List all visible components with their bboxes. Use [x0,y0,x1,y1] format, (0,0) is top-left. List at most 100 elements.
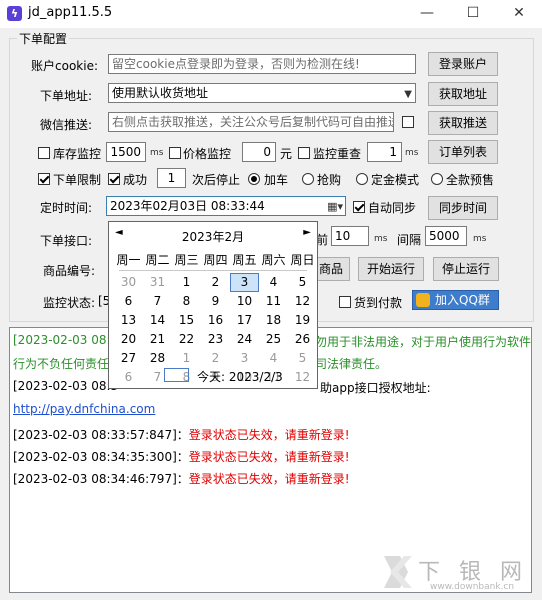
interval-input[interactable]: 5000 [425,226,467,246]
calendar-day[interactable]: 3 [230,273,259,292]
calendar-day[interactable]: 5 [288,349,317,368]
maximize-button[interactable]: ☐ [450,0,496,28]
calendar-day[interactable]: 4 [259,273,288,292]
stock-interval-input[interactable]: 1500 [106,142,146,162]
stop-after-label: 次后停止 [192,173,241,187]
calendar-day[interactable]: 31 [143,273,172,292]
calendar-day[interactable]: 11 [259,292,288,311]
order-list-button[interactable]: 订单列表 [428,140,498,164]
calendar-day[interactable]: 9 [201,292,230,311]
radio-deposit-label: 定金模式 [371,173,420,187]
retry-input[interactable]: 1 [367,142,402,162]
calendar-day[interactable]: 2 [201,349,230,368]
calendar-day[interactable]: 17 [230,311,259,330]
calendar-next-icon[interactable]: ► [303,227,311,238]
calendar-day[interactable]: 12 [288,368,317,387]
product-id-label: 商品编号: [43,264,96,278]
wechat-push-checkbox[interactable] [402,116,414,128]
calendar-day[interactable]: 15 [172,311,201,330]
calendar-day[interactable]: 25 [259,330,288,349]
success-checkbox[interactable] [108,173,120,185]
calendar-day[interactable]: 22 [172,330,201,349]
calendar-day[interactable]: 19 [288,311,317,330]
radio-rush-buy[interactable] [302,173,314,185]
calendar-day[interactable]: 18 [259,311,288,330]
order-limit-checkbox[interactable] [38,173,50,185]
auto-sync-label: 自动同步 [368,201,417,215]
join-qq-group-button[interactable]: 加入QQ群 [412,290,499,310]
calendar-weekday: 周四 [203,253,228,267]
calendar-day[interactable]: 10 [230,292,259,311]
close-button[interactable]: ✕ [496,0,542,28]
stock-unit: ms [150,148,164,158]
radio-deposit[interactable] [356,173,368,185]
title-bar: ϟ jd_app11.5.5 — ☐ ✕ [0,0,542,28]
radio-full-presale[interactable] [431,173,443,185]
order-limit-label: 下单限制 [53,173,102,187]
success-count-input[interactable]: 1 [157,168,186,188]
calendar-day[interactable]: 28 [143,349,172,368]
cod-checkbox[interactable] [339,296,351,308]
log-line: 助app接口授权地址: [320,381,431,395]
calendar-day[interactable]: 27 [114,349,143,368]
log-line: 司法律责任。 [315,357,388,371]
calendar-day[interactable]: 6 [114,368,143,387]
sync-time-button[interactable]: 同步时间 [428,196,498,220]
interval-label: 间隔 [397,233,422,247]
get-address-button[interactable]: 获取地址 [428,82,498,106]
radio-full-presale-label: 全款预售 [446,173,495,187]
calendar-day[interactable]: 20 [114,330,143,349]
log-line: 行为不负任何责任, [13,357,113,371]
group-title: 下单配置 [17,30,70,47]
stock-monitor-label: 库存监控 [53,147,102,161]
calendar-day[interactable]: 12 [288,292,317,311]
order-api-label: 下单接口: [40,234,93,248]
today-marker [164,368,189,382]
calendar-popup[interactable]: ◄ 2023年2月 ► 周一 周二 周三 周四 周五 周六 周日 30 31 1 2 3 4 5 6 7 8 9 1… [108,221,318,389]
start-run-button[interactable]: 开始运行 [358,257,424,281]
calendar-day[interactable]: 30 [114,273,143,292]
price-unit: 元 [280,147,293,161]
login-button[interactable]: 登录账户 [428,52,498,76]
log-line: 勿用于非法用途，对于用户使用行为软件 [315,335,532,349]
calendar-day[interactable]: 26 [288,330,317,349]
schedule-datetime-picker[interactable]: 2023年02月03日 08:33:44 ▦▾ [106,196,346,216]
log-link[interactable]: http://pay.dnfchina.com [13,402,155,416]
calendar-day[interactable]: 7 [143,292,172,311]
cookie-input[interactable]: 留空cookie点登录即为登录，否则为检测在线! [108,54,416,74]
stock-monitor-checkbox[interactable] [38,147,50,159]
calendar-month-title[interactable]: 2023年2月 [109,228,317,245]
calendar-day[interactable]: 16 [201,311,230,330]
calendar-day[interactable]: 24 [230,330,259,349]
calendar-day[interactable]: 21 [143,330,172,349]
calendar-day[interactable]: 13 [114,311,143,330]
today-link[interactable]: 今天: 2023/2/3 [197,368,283,385]
auto-sync-checkbox[interactable] [353,201,365,213]
calendar-day[interactable]: 6 [114,292,143,311]
price-input[interactable]: 0 [242,142,276,162]
minimize-button[interactable]: — [404,0,450,28]
calendar-day[interactable]: 1 [172,349,201,368]
calendar-day[interactable]: 2 [201,273,230,292]
log-line: [2023-02-03 08:3 [13,379,119,393]
advance-input[interactable]: 10 [331,226,369,246]
price-monitor-checkbox[interactable] [169,147,181,159]
retry-label: 监控重查 [313,147,362,161]
radio-add-cart[interactable] [248,173,260,185]
calendar-day[interactable]: 4 [259,349,288,368]
address-select[interactable]: 使用默认收货地址 ▼ [108,83,416,103]
get-push-button[interactable]: 获取推送 [428,111,498,135]
calendar-icon[interactable]: ▦▾ [327,198,343,215]
wechat-push-input[interactable]: 右侧点击获取推送，关注公众号后复制代码可自由推送 [108,112,394,132]
calendar-day[interactable]: 23 [201,330,230,349]
log-line: [2023-02-03 08:34:46:797]：登录状态已失效，请重新登录! [13,472,350,486]
calendar-day[interactable]: 1 [172,273,201,292]
calendar-day[interactable]: 8 [172,292,201,311]
calendar-day[interactable]: 14 [143,311,172,330]
calendar-day[interactable]: 3 [230,349,259,368]
address-label: 下单地址: [40,89,93,103]
calendar-day[interactable]: 5 [288,273,317,292]
interval-unit: ms [473,234,487,244]
stop-run-button[interactable]: 停止运行 [433,257,499,281]
retry-checkbox[interactable] [298,147,310,159]
